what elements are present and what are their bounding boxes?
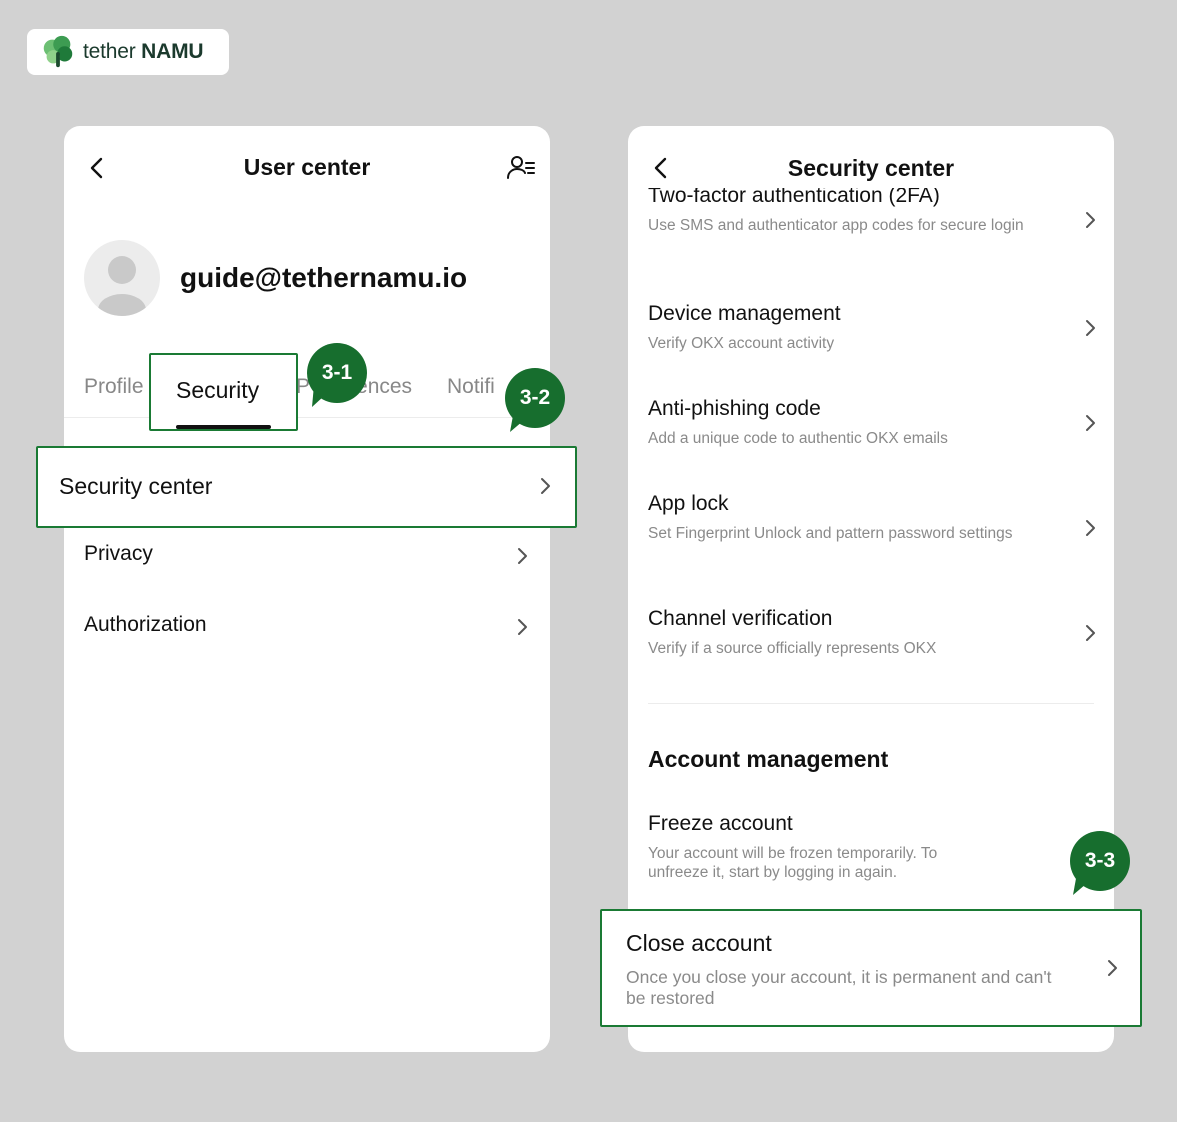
item-title: Freeze account — [648, 812, 793, 835]
item-anti-phishing[interactable]: Anti-phishing code Add a unique code to … — [648, 397, 1095, 448]
step-badge-3-2: 3-2 — [505, 368, 565, 428]
divider — [648, 703, 1094, 704]
item-desc: Verify OKX account activity — [648, 335, 835, 352]
item-2fa[interactable]: Two-factor authentication (2FA) Use SMS … — [648, 188, 1095, 235]
item-desc: Verify if a source officially represents… — [648, 640, 937, 657]
item-title: Two-factor authentication (2FA) — [648, 188, 940, 207]
user-settings-icon[interactable] — [506, 154, 536, 182]
item-app-lock[interactable]: App lock Set Fingerprint Unlock and patt… — [648, 492, 1095, 543]
item-desc: Your account will be frozen temporarily.… — [648, 845, 938, 881]
tab-profile[interactable]: Profile — [84, 375, 144, 399]
chevron-right-icon — [518, 548, 527, 564]
item-freeze-account[interactable]: Freeze account Your account will be froz… — [648, 812, 1094, 882]
item-close-account[interactable]: Close account Once you close your accoun… — [600, 909, 1142, 1027]
row-label: Authorization — [84, 613, 207, 636]
avatar[interactable] — [84, 240, 160, 316]
tab-security-label: Security — [176, 377, 260, 403]
step-badge-3-3: 3-3 — [1070, 831, 1130, 891]
user-center-screen: User center guide@tethernamu.io Profile … — [64, 126, 550, 1052]
page-title: User center — [243, 154, 371, 180]
item-desc: Use SMS and authenticator app codes for … — [648, 217, 1024, 234]
chevron-right-icon — [1086, 520, 1095, 536]
chevron-right-icon — [541, 478, 550, 494]
tab-security[interactable]: Security — [149, 353, 298, 431]
row-label: Privacy — [84, 542, 153, 565]
item-title: Close account — [626, 930, 772, 956]
row-authorization[interactable]: Authorization — [64, 597, 550, 657]
chevron-right-icon — [1108, 960, 1117, 976]
section-title: Account management — [648, 746, 889, 772]
tree-logo-icon — [43, 35, 73, 68]
item-title: Anti-phishing code — [648, 397, 821, 420]
brand-logo: tether NAMU — [27, 29, 229, 75]
avatar-icon — [98, 256, 146, 316]
row-security-center[interactable]: Security center — [36, 446, 577, 528]
chevron-right-icon — [1086, 415, 1095, 431]
page-title: Security center — [787, 155, 955, 181]
item-title: Device management — [648, 302, 841, 325]
item-title: App lock — [648, 492, 729, 515]
item-desc: Once you close your account, it is perma… — [626, 967, 1052, 1008]
row-label: Security center — [59, 473, 213, 499]
user-email: guide@tethernamu.io — [180, 262, 468, 293]
row-privacy[interactable]: Privacy — [64, 526, 550, 586]
chevron-right-icon — [1086, 625, 1095, 641]
chevron-right-icon — [1086, 320, 1095, 336]
tab-notifications[interactable]: Notifi — [447, 375, 495, 399]
item-desc: Add a unique code to authentic OKX email… — [648, 430, 948, 447]
chevron-right-icon — [518, 619, 527, 635]
item-device-management[interactable]: Device management Verify OKX account act… — [648, 302, 1095, 353]
step-badge-3-1: 3-1 — [307, 343, 367, 403]
chevron-right-icon — [1086, 212, 1095, 228]
tab-active-indicator — [176, 425, 271, 429]
item-title: Channel verification — [648, 607, 833, 630]
item-channel-verification[interactable]: Channel verification Verify if a source … — [648, 607, 1095, 658]
item-desc: Set Fingerprint Unlock and pattern passw… — [648, 525, 1013, 542]
brand-name: tether NAMU — [83, 40, 204, 63]
